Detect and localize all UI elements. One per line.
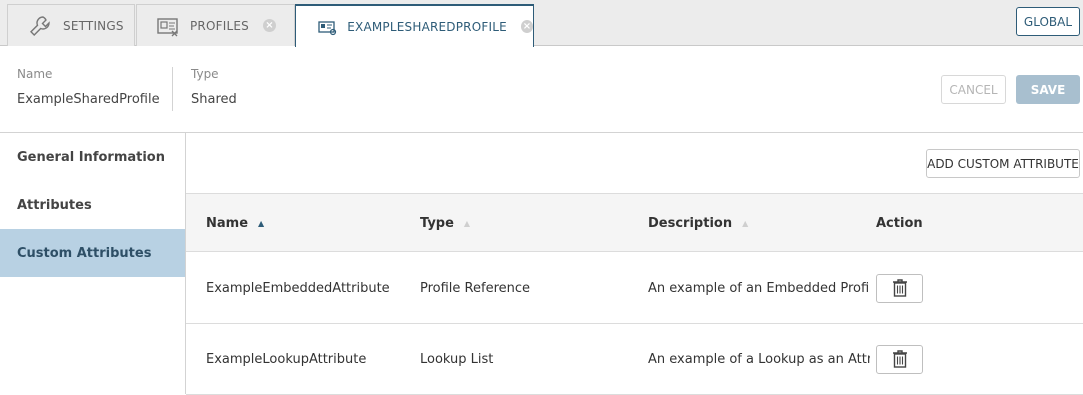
- save-button[interactable]: SAVE: [1016, 75, 1080, 104]
- profile-header: Name ExampleSharedProfile Type Shared CA…: [0, 47, 1083, 133]
- sidebar-item-general-information[interactable]: General Information: [0, 133, 185, 181]
- table-row[interactable]: ExampleLookupAttribute Lookup List An ex…: [186, 324, 1083, 395]
- name-label: Name: [17, 67, 53, 81]
- column-header-name-label: Name: [206, 215, 249, 231]
- tab-settings-label: SETTINGS: [63, 18, 124, 33]
- custom-attributes-panel: ADD CUSTOM ATTRIBUTE Name ▲ Type ▲ Descr…: [186, 133, 1083, 395]
- shared-profile-icon: [315, 14, 339, 40]
- sort-icon: ▲: [463, 218, 471, 228]
- table-row[interactable]: ExampleEmbeddedAttribute Profile Referen…: [186, 253, 1083, 324]
- sort-ascending-icon: ▲: [258, 218, 265, 228]
- sort-icon: ▲: [742, 218, 749, 228]
- column-header-action: Action: [876, 194, 1076, 252]
- tab-profiles-label: PROFILES: [190, 18, 249, 33]
- profiles-icon: [156, 13, 182, 39]
- column-header-type[interactable]: Type ▲: [420, 194, 630, 252]
- add-custom-attribute-button[interactable]: ADD CUSTOM ATTRIBUTE: [926, 149, 1080, 178]
- cell-name: ExampleLookupAttribute: [206, 351, 367, 367]
- tab-settings[interactable]: SETTINGS: [7, 4, 135, 46]
- delete-button[interactable]: [876, 273, 923, 303]
- cell-action: [876, 253, 1076, 323]
- type-value: Shared: [191, 92, 237, 107]
- close-icon[interactable]: ×: [262, 19, 276, 32]
- tab-bar: SETTINGS PROFILES × EXAMPLESHAREDPROFILE…: [0, 0, 1083, 47]
- cell-description: An example of a Lookup as an Attr...: [648, 351, 870, 367]
- tab-examplesharedprofile[interactable]: EXAMPLESHAREDPROFILE ×: [295, 4, 534, 47]
- cancel-button[interactable]: CANCEL: [941, 75, 1006, 104]
- column-header-description-label: Description: [648, 215, 733, 231]
- column-header-name[interactable]: Name ▲: [206, 194, 406, 252]
- cell-description: An example of an Embedded Profi...: [648, 280, 870, 296]
- cell-action: [876, 324, 1076, 394]
- tab-profiles[interactable]: PROFILES ×: [136, 4, 295, 46]
- name-value: ExampleSharedProfile: [17, 92, 160, 107]
- column-header-action-label: Action: [876, 215, 923, 231]
- tab-examplesharedprofile-label: EXAMPLESHAREDPROFILE: [347, 19, 507, 34]
- column-header-description[interactable]: Description ▲: [648, 194, 870, 252]
- sidebar-item-attributes[interactable]: Attributes: [0, 181, 185, 229]
- column-header-type-label: Type: [420, 215, 454, 231]
- cell-name: ExampleEmbeddedAttribute: [206, 280, 390, 296]
- global-button[interactable]: GLOBAL: [1016, 7, 1080, 36]
- trash-icon: [892, 279, 907, 297]
- table-header: Name ▲ Type ▲ Description ▲ Action: [186, 193, 1083, 252]
- delete-button[interactable]: [876, 344, 923, 374]
- close-icon[interactable]: ×: [520, 20, 533, 33]
- trash-icon: [892, 350, 907, 368]
- wrench-icon: [27, 13, 53, 39]
- header-divider: [172, 67, 173, 111]
- sidebar: General Information Attributes Custom At…: [0, 133, 186, 394]
- type-label: Type: [191, 67, 219, 81]
- cell-type: Profile Reference: [420, 280, 531, 296]
- type-field: Type Shared: [191, 67, 237, 107]
- sidebar-item-custom-attributes[interactable]: Custom Attributes: [0, 229, 185, 277]
- cell-type: Lookup List: [420, 351, 494, 367]
- name-field: Name ExampleSharedProfile: [17, 67, 160, 107]
